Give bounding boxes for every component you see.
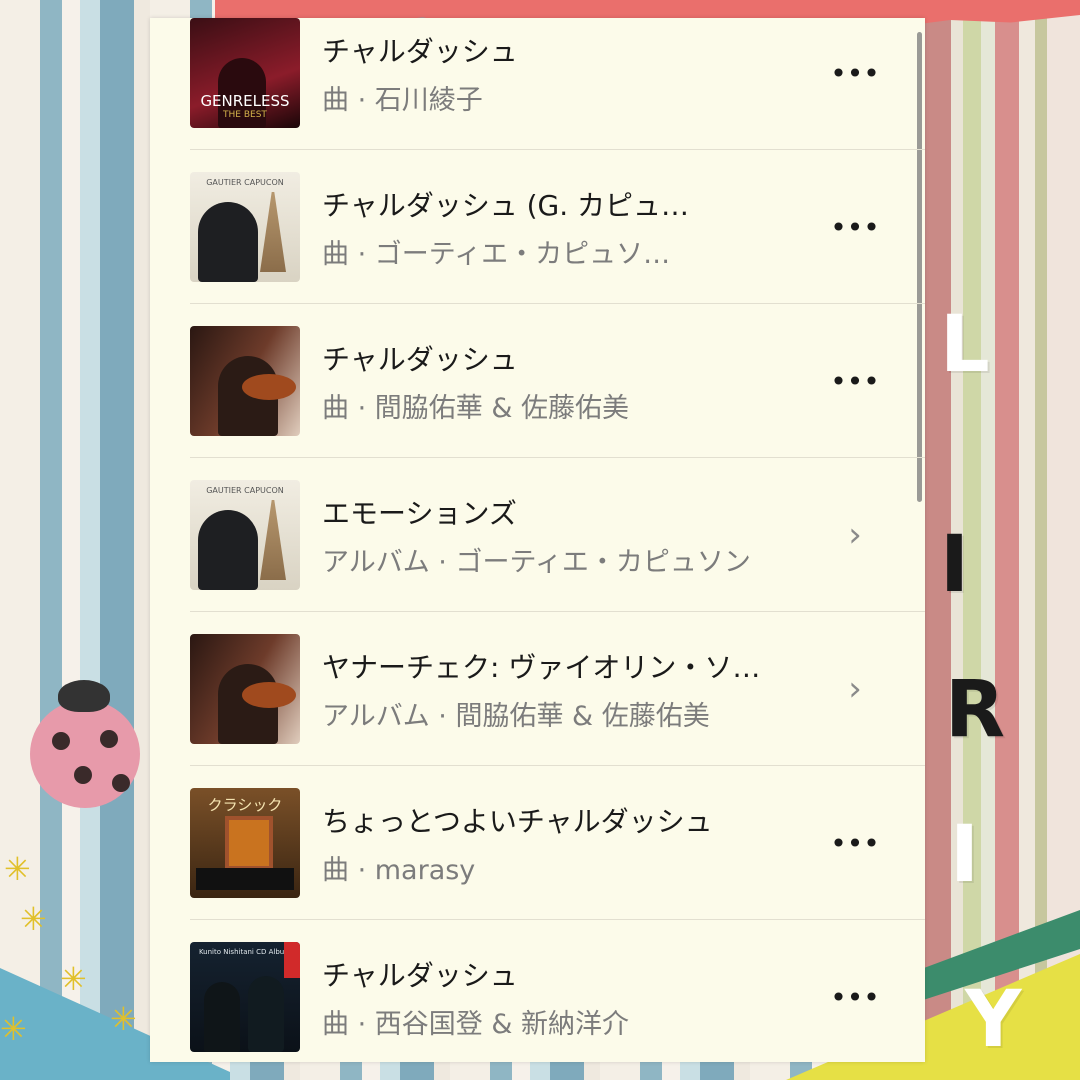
album-artwork: GAUTIER CAPUCON [190,172,300,282]
chevron-right-icon[interactable]: › [820,515,890,555]
track-subtitle: 曲 · 西谷国登 & 新納洋介 [322,1008,629,1040]
album-subtitle: アルバム · 間脇佑華 & 佐藤佑美 [322,700,710,732]
more-icon[interactable]: ••• [820,827,890,860]
album-artwork [190,326,300,436]
list-item[interactable]: クラシック ちょっとつよいチャルダッシュ 曲 · marasy ••• [190,766,925,920]
decorative-letter: I [950,810,980,900]
decorative-letter: R [945,665,1006,755]
artwork-subtitle: THE BEST [223,110,267,120]
album-title: エモーションズ [322,496,517,530]
track-title: チャルダッシュ [322,34,518,68]
sparkle-icon: ✳ [20,900,47,938]
album-artwork: GAUTIER CAPUCON [190,480,300,590]
track-title: ちょっとつよいチャルダッシュ [322,804,713,838]
artwork-title: GAUTIER CAPUCON [206,486,284,495]
track-title: チャルダッシュ (G. カピュ… [322,188,690,222]
artwork-title: GAUTIER CAPUCON [206,178,284,187]
sparkle-icon: ✳ [4,850,31,888]
album-artwork: GENRELESS THE BEST [190,18,300,128]
list-item[interactable]: GAUTIER CAPUCON エモーションズ アルバム · ゴーティエ・カピュ… [190,458,925,612]
album-artwork: Kunito Nishitani CD Album [190,942,300,1052]
list-item[interactable]: GENRELESS THE BEST チャルダッシュ 曲 · 石川綾子 ••• [190,18,925,150]
more-icon[interactable]: ••• [820,981,890,1014]
sparkle-icon: ✳ [0,1010,27,1048]
album-artwork [190,634,300,744]
album-artwork: クラシック [190,788,300,898]
sparkle-icon: ✳ [110,1000,137,1038]
track-subtitle: 曲 · ゴーティエ・カピュソ… [322,238,671,270]
more-icon[interactable]: ••• [820,57,890,90]
album-subtitle: アルバム · ゴーティエ・カピュソン [322,546,751,578]
track-title: チャルダッシュ [322,958,518,992]
decorative-letter: I [940,520,970,610]
chevron-right-icon[interactable]: › [820,669,890,709]
track-subtitle: 曲 · 石川綾子 [322,84,483,116]
track-title: チャルダッシュ [322,342,518,376]
artwork-title: クラシック [207,796,283,814]
ladybug-sticker [30,680,140,808]
search-results-list[interactable]: GENRELESS THE BEST チャルダッシュ 曲 · 石川綾子 ••• … [150,18,925,1062]
decorative-letter: Y [965,975,1022,1065]
list-item[interactable]: GAUTIER CAPUCON チャルダッシュ (G. カピュ… 曲 · ゴーテ… [190,150,925,304]
list-item[interactable]: チャルダッシュ 曲 · 間脇佑華 & 佐藤佑美 ••• [190,304,925,458]
more-icon[interactable]: ••• [820,211,890,244]
decorative-letter: L [940,300,990,390]
album-title: ヤナーチェク: ヴァイオリン・ソ… [322,650,761,684]
more-icon[interactable]: ••• [820,365,890,398]
artwork-title: GENRELESS [200,92,290,110]
list-item[interactable]: Kunito Nishitani CD Album チャルダッシュ 曲 · 西谷… [190,920,925,1062]
list-item[interactable]: ヤナーチェク: ヴァイオリン・ソ… アルバム · 間脇佑華 & 佐藤佑美 › [190,612,925,766]
sparkle-icon: ✳ [60,960,87,998]
track-subtitle: 曲 · marasy [322,854,476,886]
track-subtitle: 曲 · 間脇佑華 & 佐藤佑美 [322,392,629,424]
